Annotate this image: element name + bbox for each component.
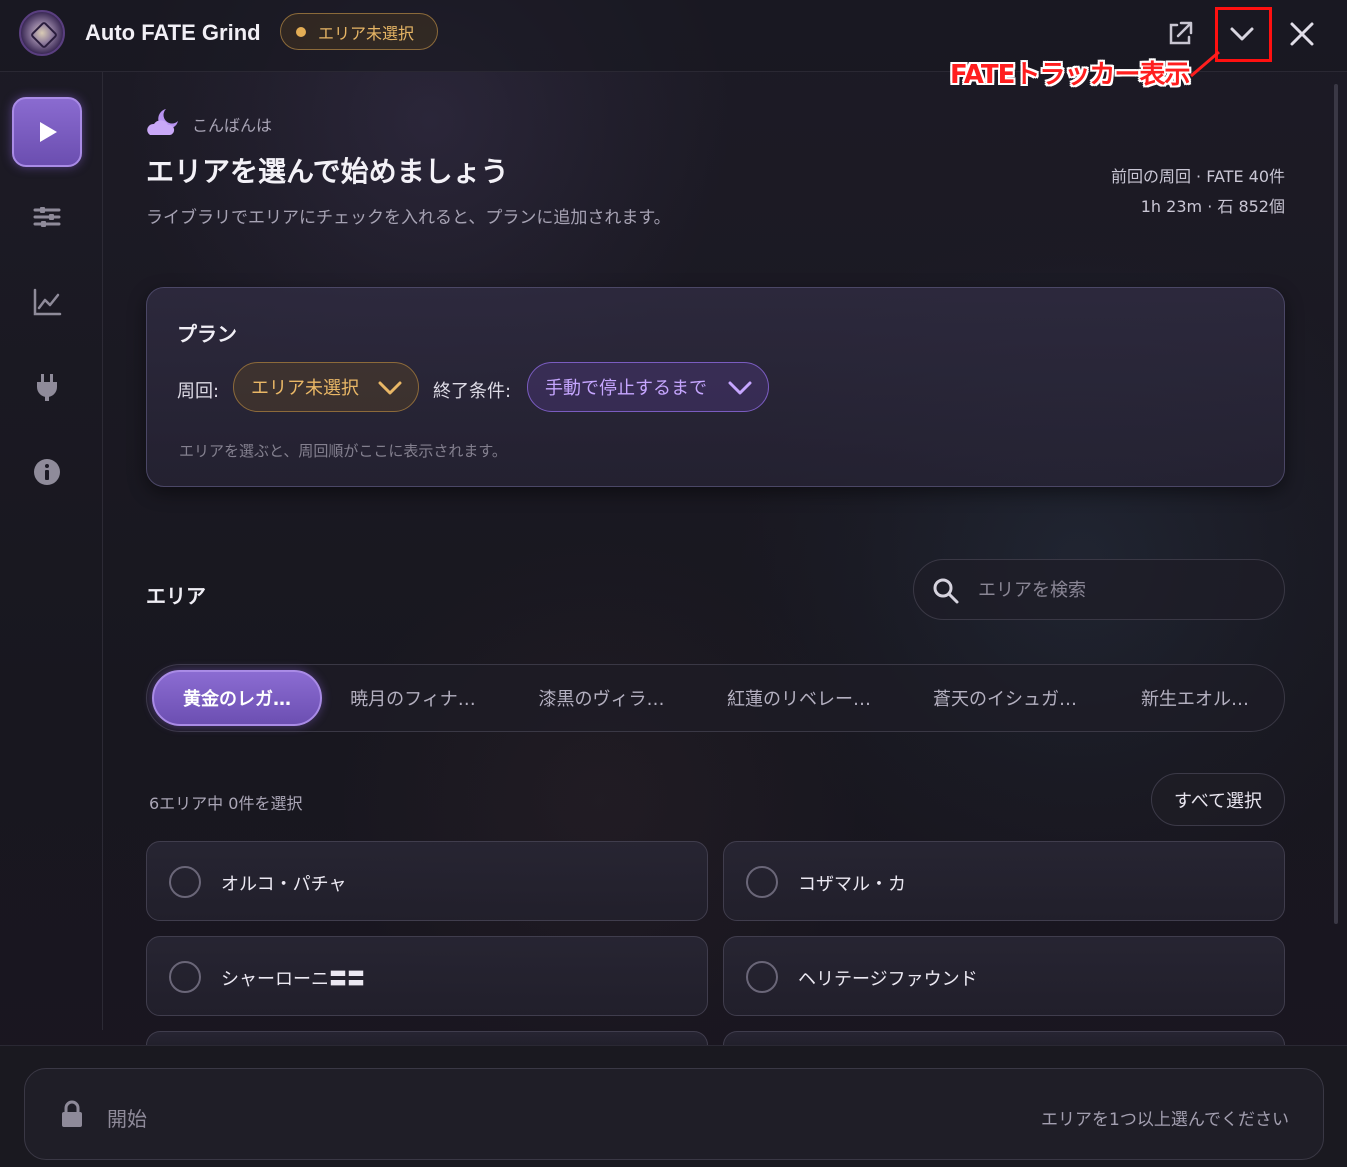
app-title: Auto FATE Grind [85,20,261,45]
page-title: エリアを選んで始めましょう [146,155,509,188]
info-icon [34,459,60,485]
nav-info[interactable] [12,437,82,507]
chevron-down-icon [728,381,752,395]
last-run-summary: 前回の周回 · FATE 40件 1h 23m · 石 852個 [1111,162,1285,222]
area-card[interactable]: コザマル・カ [723,841,1285,921]
tab-dawntrail[interactable]: 黄金のレガ… [152,670,322,726]
external-link-icon [1169,21,1193,45]
annotation-label: FATEトラッカー表示 [950,60,1190,90]
area-search-input[interactable] [978,574,1268,606]
plug-icon [37,374,57,401]
nav-plugins[interactable] [12,352,82,422]
plan-hint: エリアを選ぶと、周回順がここに表示されます。 [179,442,507,460]
search-icon [933,578,959,604]
plan-card: プラン 周回: エリア未選択 終了条件: 手動で停止するまで エリアを選ぶと、周… [146,287,1285,487]
status-dot-icon [296,26,306,37]
tab-arr[interactable]: 新生エオル… [1122,670,1268,726]
play-icon [40,122,57,142]
area-checkbox[interactable] [169,866,201,898]
sidebar [0,72,103,1030]
lock-icon [62,1100,82,1127]
plan-title: プラン [177,322,237,346]
area-section-title: エリア [146,584,206,608]
area-name: シャーローニ〓〓 [221,969,365,990]
moon-cloud-icon [147,109,178,135]
tab-heavensward[interactable]: 蒼天のイシュガ… [915,670,1095,726]
end-condition-label: 終了条件: [433,381,512,402]
area-checkbox[interactable] [746,866,778,898]
area-card[interactable]: ヘリテージファウンド [723,936,1285,1016]
loop-label: 周回: [177,381,220,402]
loop-area-value: エリア未選択 [251,378,359,399]
page-subtitle: ライブラリでエリアにチェックを入れると、プランに追加されます。 [146,208,671,228]
start-button[interactable]: 開始 エリアを1つ以上選んでください [24,1068,1324,1160]
tab-endwalker[interactable]: 暁月のフィナ… [332,670,494,726]
sliders-icon [33,207,61,227]
area-card[interactable]: オルコ・パチャ [146,841,708,921]
end-condition-value: 手動で停止するまで [545,378,707,399]
app-logo [19,10,65,56]
start-hint: エリアを1つ以上選んでください [1041,1110,1289,1130]
nav-play[interactable] [12,97,82,167]
annotation-pointer-line [1190,50,1220,78]
area-search [913,559,1285,620]
select-all-button[interactable]: すべて選択 [1151,773,1285,826]
close-icon [1290,22,1314,46]
last-run-line1: 前回の周回 · FATE 40件 [1110,167,1285,186]
area-checkbox[interactable] [169,961,201,993]
loop-area-dropdown[interactable]: エリア未選択 [233,362,419,412]
chevron-down-icon [378,381,402,395]
tab-stormblood[interactable]: 紅蓮のリベレー… [709,670,889,726]
status-text: エリア未選択 [318,23,415,43]
start-label: 開始 [107,1107,147,1131]
scrollbar[interactable] [1334,84,1338,924]
status-badge: エリア未選択 [280,13,438,50]
chart-icon [33,288,62,316]
close-button[interactable] [1280,12,1324,56]
area-name: ヘリテージファウンド [798,969,978,990]
nav-settings[interactable] [12,182,82,252]
last-run-line2: 1h 23m · 石 852個 [1140,197,1285,216]
bottom-bar: 開始 エリアを1つ以上選んでください [0,1045,1347,1167]
greeting-text: こんばんは [192,116,273,135]
selection-count: 6エリア中 0件を選択 [149,794,303,813]
tab-shadowbringers[interactable]: 漆黒のヴィラ… [519,670,684,726]
area-name: コザマル・カ [798,874,906,895]
area-checkbox[interactable] [746,961,778,993]
nav-stats[interactable] [12,267,82,337]
end-condition-dropdown[interactable]: 手動で停止するまで [527,362,769,412]
expansion-tabs: 黄金のレガ… 暁月のフィナ… 漆黒のヴィラ… 紅蓮のリベレー… 蒼天のイシュガ…… [146,664,1285,732]
area-name: オルコ・パチャ [221,874,347,895]
area-card[interactable]: シャーローニ〓〓 [146,936,708,1016]
